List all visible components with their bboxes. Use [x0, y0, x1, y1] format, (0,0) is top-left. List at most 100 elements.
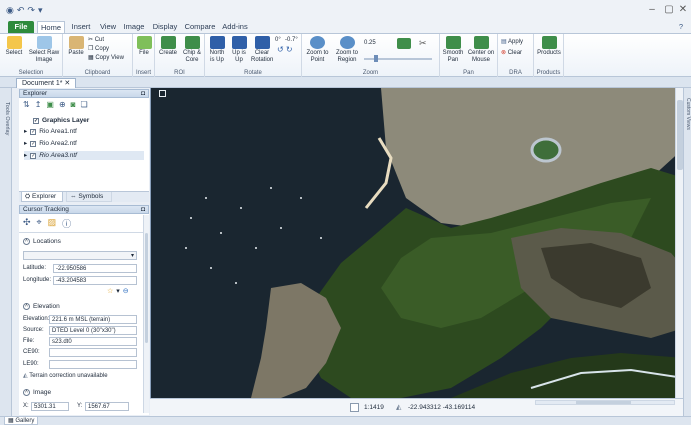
map-vertical-scrollbar[interactable] [675, 88, 683, 398]
scrollbar-thumb[interactable] [576, 401, 631, 404]
latitude-field[interactable]: -22.950586 [53, 264, 137, 273]
clear-rotation-button[interactable]: Clear Rotation [251, 36, 273, 64]
add-icon[interactable]: ⊕ [59, 100, 66, 109]
tree-item-rio-area2[interactable]: ▸ ✓ Rio Area2.ntf [24, 139, 77, 148]
select-raw-image-button[interactable]: Select Raw Image [27, 36, 61, 64]
maximize-button[interactable]: ▢ [662, 4, 676, 16]
dropdown-icon[interactable]: ▾ [116, 287, 120, 295]
source-field[interactable]: DTED Level 0 (30"x30") [49, 326, 137, 335]
app-icon[interactable]: ◉ [6, 5, 14, 16]
file-field[interactable]: s23.dt0 [49, 337, 137, 346]
tab-compare[interactable]: Compare [183, 21, 217, 33]
document-tab[interactable]: Document 1* ✕ [16, 78, 77, 88]
help-icon[interactable]: ? [676, 21, 686, 33]
sort-icon[interactable]: ⇅ [23, 100, 30, 109]
undo-icon[interactable]: ↶ [17, 5, 25, 16]
up-is-up-button[interactable]: Up is Up [229, 36, 249, 64]
chip-core-button[interactable]: Chip & Core [180, 36, 204, 64]
zoom-value[interactable]: 0.25 [364, 39, 376, 47]
crosshair-icon[interactable]: ✣ [23, 217, 31, 230]
rotation-zero[interactable]: 0° [275, 36, 281, 44]
tab-explorer[interactable]: ⛭ Explorer [21, 192, 63, 202]
zoom-to-point-button[interactable]: Zoom to Point [305, 36, 330, 64]
rotation-angle[interactable]: -0.7° [285, 36, 298, 44]
close-button[interactable]: ✕ [676, 4, 690, 16]
expand-icon[interactable]: ▸ [24, 151, 27, 160]
info-icon[interactable]: ⓘ [62, 217, 71, 230]
tab-file[interactable]: File [8, 21, 34, 33]
track-icon[interactable]: ⌖ [37, 217, 42, 230]
tree-item-graphics-layer[interactable]: ✓ Graphics Layer [33, 116, 89, 125]
star-icon[interactable]: ☆ [107, 287, 113, 295]
layer-icon[interactable]: ▣ [46, 100, 54, 109]
checkbox[interactable]: ✓ [30, 140, 37, 147]
scrollbar-thumb[interactable] [677, 100, 683, 170]
zoom-to-region-button[interactable]: Zoom to Region [333, 36, 361, 64]
tab-view[interactable]: View [97, 21, 119, 33]
pin-icon[interactable]: ◘ [141, 206, 148, 214]
checkbox[interactable]: ✓ [33, 117, 39, 124]
products-button[interactable]: Products [537, 36, 561, 57]
smooth-pan-button[interactable]: Smooth Pan [442, 36, 464, 64]
folder-icon[interactable]: ❏ [81, 100, 88, 109]
dra-clear-button[interactable]: ⊗ Clear [501, 49, 522, 57]
location-dropdown[interactable]: ▾ [23, 251, 137, 260]
tab-display[interactable]: Display [150, 21, 180, 33]
ce90-field[interactable] [49, 348, 137, 357]
map-view[interactable] [150, 88, 683, 398]
satellite-image[interactable] [151, 88, 683, 398]
tab-home[interactable]: Home [37, 21, 65, 33]
cut-button[interactable]: ✂ Cut [88, 36, 104, 44]
insert-file-button[interactable]: File [135, 36, 153, 57]
scale-icon[interactable] [350, 403, 359, 412]
tab-image[interactable]: Image [122, 21, 146, 33]
right-side-strip[interactable]: Custom Views [683, 88, 691, 416]
cursor-panel-scrollbar[interactable] [143, 215, 149, 413]
elevation-field[interactable]: 221.6 m MSL (terrain) [49, 315, 137, 324]
minimize-button[interactable]: – [645, 4, 659, 16]
qat-dropdown-icon[interactable]: ▾ [38, 5, 43, 16]
map-corner-icon[interactable] [159, 90, 166, 97]
scrollbar-thumb[interactable] [145, 233, 148, 343]
copy-button[interactable]: ❐ Copy [88, 45, 109, 53]
expand-icon[interactable]: ▸ [24, 127, 27, 136]
paste-button[interactable]: Paste [66, 36, 86, 57]
collapse-icon[interactable]: ˄ [23, 389, 30, 396]
zoom-slider-thumb[interactable] [374, 55, 378, 62]
close-document-icon[interactable]: ✕ [64, 80, 70, 87]
fit-icon[interactable] [397, 38, 411, 49]
tab-add-ins[interactable]: Add-ins [220, 21, 250, 33]
copy-view-button[interactable]: ▦ Copy View [88, 54, 124, 62]
longitude-field[interactable]: -43.204583 [53, 276, 137, 285]
dra-apply-button[interactable]: ▤ Apply [501, 38, 523, 46]
expand-icon[interactable]: ▸ [24, 139, 27, 148]
map-horizontal-scrollbar[interactable] [535, 400, 675, 405]
raise-icon[interactable]: ↥ [35, 100, 42, 109]
tab-symbols[interactable]: ⇔ Symbols [66, 192, 112, 202]
le90-field[interactable] [49, 360, 137, 369]
north-up-button[interactable]: North is Up [207, 36, 227, 64]
tab-insert[interactable]: Insert [68, 21, 94, 33]
go-icon[interactable]: ⊖ [123, 287, 129, 295]
tree-item-rio-area1[interactable]: ▸ ✓ Rio Area1.ntf [24, 127, 77, 136]
redo-icon[interactable]: ↷ [27, 5, 35, 16]
x-field[interactable]: 5301.31 [31, 402, 69, 411]
image-section[interactable]: ˄ Image [23, 388, 51, 397]
checkbox[interactable]: ✓ [30, 128, 37, 135]
tree-item-rio-area3[interactable]: ▸ ✓ Rio Area3.ntf [24, 151, 144, 160]
elevation-section[interactable]: ˄ Elevation [23, 302, 60, 311]
collapse-icon[interactable]: ˄ [23, 238, 30, 245]
checkbox[interactable]: ✓ [30, 152, 37, 159]
image-icon[interactable]: ▨ [48, 217, 57, 230]
chat-icon[interactable]: ◙ [71, 100, 76, 109]
select-button[interactable]: Select [3, 36, 25, 57]
center-on-mouse-button[interactable]: Center on Mouse [466, 36, 496, 64]
pin-icon[interactable]: ◘ [141, 90, 148, 98]
collapse-icon[interactable]: ˄ [23, 303, 30, 310]
rotate-ccw-icon[interactable]: ↺ ↻ [277, 46, 293, 54]
create-roi-button[interactable]: Create [157, 36, 179, 57]
y-field[interactable]: 1567.67 [85, 402, 129, 411]
left-side-strip[interactable]: Tools Overlay [0, 88, 12, 416]
tools-icon[interactable]: ✂ [419, 38, 433, 49]
gallery-tab[interactable]: ▦ Gallery [4, 417, 39, 425]
